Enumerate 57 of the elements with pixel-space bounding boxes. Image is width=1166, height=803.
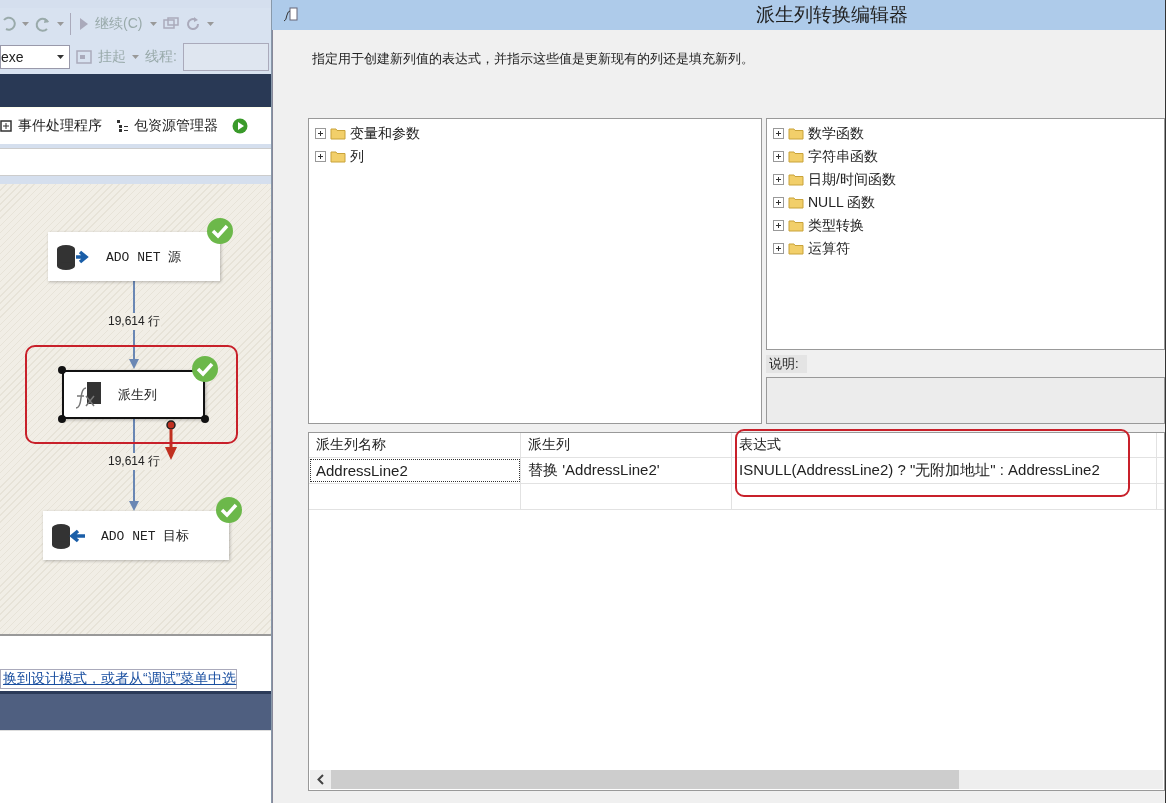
design-mode-link[interactable]: 换到设计模式，或者从“调试”菜单中选 (0, 669, 238, 689)
tree-item[interactable]: 变量和参数 (350, 124, 420, 143)
error-output-arrow[interactable] (165, 420, 177, 460)
expand-icon[interactable] (773, 197, 784, 208)
resize-handle[interactable] (201, 415, 209, 423)
expand-icon[interactable] (315, 128, 326, 139)
folder-icon (788, 196, 804, 209)
designer-tab[interactable]: 事件处理程序 (18, 117, 102, 135)
folder-icon (788, 242, 804, 255)
column-header[interactable]: 派生列名称 (309, 433, 521, 457)
component-node[interactable]: 派生列 (62, 370, 205, 419)
expand-icon[interactable] (773, 151, 784, 162)
folder-icon (330, 150, 346, 163)
play-icon (79, 17, 89, 31)
tree-item[interactable]: NULL 函数 (808, 193, 876, 212)
dropdown-arrow-icon (57, 55, 64, 59)
scrollbar-thumb[interactable] (331, 770, 959, 789)
expand-icon[interactable] (773, 128, 784, 139)
expand-icon[interactable] (315, 151, 326, 162)
folder-icon (788, 219, 804, 232)
folder-icon (788, 150, 804, 163)
description-text: 指定用于创建新列值的表达式，并指示这些值是更新现有的列还是填充新列。 (312, 50, 755, 68)
row-count-label: 19,614 行 (107, 453, 162, 470)
scroll-left-icon[interactable] (317, 774, 324, 785)
component-node[interactable]: ADO NET 源 (48, 232, 220, 281)
play-icon[interactable] (232, 118, 248, 134)
table-cell[interactable]: 替换 'AddressLine2' (521, 458, 732, 483)
column-header[interactable]: 表达式 (732, 433, 1157, 457)
expand-icon[interactable] (773, 220, 784, 231)
grid-icon (0, 120, 12, 132)
tree-list-icon (116, 119, 128, 133)
function-icon (282, 7, 300, 23)
column-header[interactable]: 派生列 (521, 433, 732, 457)
process-dropdown[interactable]: exe (0, 45, 70, 69)
tree-item[interactable]: 列 (350, 147, 364, 166)
designer-tab[interactable]: 包资源管理器 (134, 117, 218, 135)
thread-field[interactable] (182, 43, 269, 71)
table-cell[interactable]: AddressLine2 (309, 458, 521, 483)
row-count-label: 19,614 行 (107, 313, 162, 330)
component-node[interactable]: ADO NET 目标 (43, 511, 229, 560)
table-cell[interactable]: ISNULL(AddressLine2) ? "无附加地址" : AddressLine2 (732, 458, 1157, 483)
database-arrow-icon (51, 522, 87, 549)
tree-item[interactable]: 日期/时间函数 (808, 170, 896, 189)
tree-item[interactable]: 字符串函数 (808, 147, 878, 166)
tree-item[interactable]: 数学函数 (808, 124, 864, 143)
resize-handle[interactable] (58, 415, 66, 423)
thread-label: 线程: (145, 48, 177, 66)
tree-item[interactable]: 类型转换 (808, 216, 864, 235)
resize-handle[interactable] (58, 366, 66, 374)
help-label: 说明: (766, 355, 807, 373)
expand-icon[interactable] (773, 174, 784, 185)
folder-icon (788, 173, 804, 186)
tree-item[interactable]: 运算符 (808, 239, 850, 258)
window-title: 派生列转换编辑器 (756, 3, 908, 27)
folder-icon (330, 127, 346, 140)
expand-icon[interactable] (773, 243, 784, 254)
folder-icon (788, 127, 804, 140)
